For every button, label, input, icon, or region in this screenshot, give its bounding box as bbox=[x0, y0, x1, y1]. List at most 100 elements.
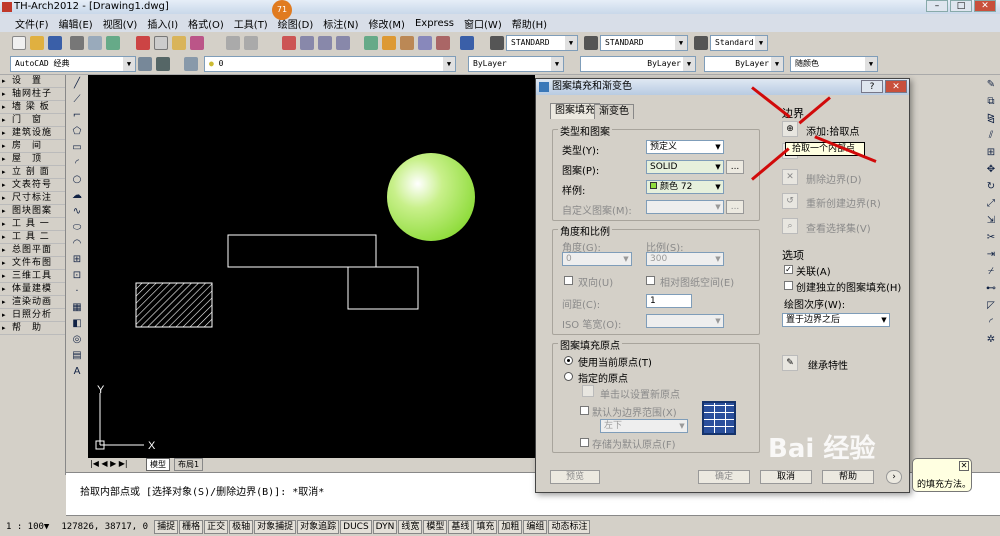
type-dropdown[interactable]: 预定义 ▼ bbox=[646, 140, 724, 154]
filled-circle[interactable] bbox=[387, 153, 475, 241]
inherit-label[interactable]: 继承特性 bbox=[808, 357, 848, 372]
spacing-input[interactable]: 1 bbox=[646, 294, 692, 308]
array-icon[interactable]: ⊞ bbox=[984, 146, 998, 160]
copy-icon[interactable] bbox=[154, 36, 168, 50]
table-style-combo[interactable]: Standard ▼ bbox=[710, 35, 768, 51]
workspace-combo[interactable]: AutoCAD 经典 ▼ bbox=[10, 56, 136, 72]
panel-item[interactable]: 三维工具 bbox=[0, 270, 65, 283]
linetype-combo[interactable]: ByLayer ▼ bbox=[580, 56, 696, 72]
panel-item[interactable]: 轴网柱子 bbox=[0, 88, 65, 101]
match-properties-icon[interactable] bbox=[190, 36, 204, 50]
redo-icon[interactable] bbox=[244, 36, 258, 50]
sheet-set-icon[interactable] bbox=[418, 36, 432, 50]
erase-icon[interactable]: ✎ bbox=[984, 78, 998, 92]
ellipse-arc-icon[interactable]: ◠ bbox=[69, 237, 85, 251]
color-combo[interactable]: ByLayer ▼ bbox=[468, 56, 564, 72]
panel-item[interactable]: 尺寸标注 bbox=[0, 192, 65, 205]
panel-item[interactable]: 房 间 bbox=[0, 140, 65, 153]
status-osnap[interactable]: 对象捕捉 bbox=[254, 520, 297, 534]
tab-nav-arrows[interactable]: |◀ ◀ ▶ ▶| bbox=[90, 459, 128, 468]
status-dyn[interactable]: DYN bbox=[372, 520, 398, 534]
polyline-icon[interactable]: ⌐ bbox=[69, 109, 85, 123]
view-selection-icon[interactable]: ⌕ bbox=[782, 218, 798, 234]
zoom-realtime-icon[interactable] bbox=[300, 36, 314, 50]
panel-item[interactable]: 建筑设施 bbox=[0, 127, 65, 140]
status-dynamic-dim[interactable]: 动态标注 bbox=[548, 520, 591, 534]
tab-hatch[interactable]: 图案填充 bbox=[550, 103, 600, 119]
panel-item[interactable]: 工 具 一 bbox=[0, 218, 65, 231]
make-block-icon[interactable]: ⊡ bbox=[69, 269, 85, 283]
status-baseline[interactable]: 基线 bbox=[448, 520, 473, 534]
scale-icon[interactable]: ⤢ bbox=[984, 197, 998, 211]
recreate-boundary-icon[interactable]: ↺ bbox=[782, 193, 798, 209]
panel-item[interactable]: 文件布图 bbox=[0, 257, 65, 270]
lineweight-combo[interactable]: ByLayer ▼ bbox=[704, 56, 784, 72]
pattern-browse-button[interactable]: ... bbox=[726, 160, 744, 174]
add-pick-points-icon[interactable]: ⊕ bbox=[782, 121, 798, 137]
bound-dropdown[interactable]: 左下 ▼ bbox=[600, 419, 688, 433]
menu-file[interactable]: 文件(F) bbox=[10, 16, 54, 31]
mtext-icon[interactable]: A bbox=[69, 365, 85, 379]
rectangle-icon[interactable]: ▭ bbox=[69, 141, 85, 155]
circle-icon[interactable]: ○ bbox=[69, 173, 85, 187]
line-icon[interactable]: ╱ bbox=[69, 77, 85, 91]
hatched-rectangle[interactable] bbox=[135, 282, 213, 328]
status-model[interactable]: 模型 bbox=[423, 520, 448, 534]
dialog-help-button[interactable]: ? bbox=[861, 80, 883, 93]
ellipse-icon[interactable]: ⬭ bbox=[69, 221, 85, 235]
status-lineweight[interactable]: 线宽 bbox=[398, 520, 423, 534]
spline-icon[interactable]: ∿ bbox=[69, 205, 85, 219]
custom-pattern-dropdown[interactable]: ▼ bbox=[646, 200, 724, 214]
pan-icon[interactable] bbox=[282, 36, 296, 50]
plotstyle-combo[interactable]: 随颜色 ▼ bbox=[790, 56, 878, 72]
region-icon[interactable]: ◎ bbox=[69, 333, 85, 347]
panel-item[interactable]: 渲染动画 bbox=[0, 296, 65, 309]
status-group[interactable]: 编组 bbox=[523, 520, 548, 534]
inherit-properties-icon[interactable]: ✎ bbox=[782, 355, 798, 371]
panel-item[interactable]: 立 剖 面 bbox=[0, 166, 65, 179]
polygon-icon[interactable]: ⬠ bbox=[69, 125, 85, 139]
print-icon[interactable] bbox=[70, 36, 84, 50]
text-style-combo[interactable]: STANDARD ▼ bbox=[506, 35, 578, 51]
panel-item[interactable]: 墙 梁 板 bbox=[0, 101, 65, 114]
mirror-icon[interactable]: ⧎ bbox=[984, 112, 998, 126]
close-button[interactable]: ✕ bbox=[974, 0, 996, 12]
use-current-radio[interactable] bbox=[564, 356, 573, 365]
open-icon[interactable] bbox=[30, 36, 44, 50]
new-icon[interactable] bbox=[12, 36, 26, 50]
panel-item[interactable]: 设 置 bbox=[0, 75, 65, 88]
move-icon[interactable]: ✥ bbox=[984, 163, 998, 177]
menu-modify[interactable]: 修改(M) bbox=[364, 16, 410, 31]
status-ducs[interactable]: DUCS bbox=[340, 520, 372, 534]
revcloud-icon[interactable]: ☁ bbox=[69, 189, 85, 203]
rotate-icon[interactable]: ↻ bbox=[984, 180, 998, 194]
insert-block-icon[interactable]: ⊞ bbox=[69, 253, 85, 267]
panel-item[interactable]: 屋 顶 bbox=[0, 153, 65, 166]
status-polar[interactable]: 极轴 bbox=[229, 520, 254, 534]
store-default-checkbox[interactable] bbox=[580, 438, 589, 447]
menu-view[interactable]: 视图(V) bbox=[98, 16, 143, 31]
workspace-settings-icon[interactable] bbox=[138, 57, 152, 71]
table-icon[interactable]: ▤ bbox=[69, 349, 85, 363]
panel-item[interactable]: 图块图案 bbox=[0, 205, 65, 218]
status-bold[interactable]: 加粗 bbox=[498, 520, 523, 534]
join-icon[interactable]: ⊷ bbox=[984, 282, 998, 296]
explode-icon[interactable]: ✲ bbox=[984, 333, 998, 347]
save-icon[interactable] bbox=[48, 36, 62, 50]
panel-item[interactable]: 体量建模 bbox=[0, 283, 65, 296]
ok-button[interactable]: 确定 bbox=[698, 470, 750, 484]
menu-express[interactable]: Express bbox=[410, 18, 459, 29]
preview-button[interactable]: 预览 bbox=[550, 470, 600, 484]
dim-style-combo[interactable]: STANDARD ▼ bbox=[600, 35, 688, 51]
status-otrack[interactable]: 对象追踪 bbox=[297, 520, 340, 534]
menu-format[interactable]: 格式(O) bbox=[183, 16, 229, 31]
minimize-button[interactable]: – bbox=[926, 0, 948, 12]
menu-edit[interactable]: 编辑(E) bbox=[54, 16, 98, 31]
close-icon[interactable]: ✕ bbox=[959, 461, 969, 471]
custom-browse-button[interactable]: ... bbox=[726, 200, 744, 214]
relative-checkbox[interactable] bbox=[646, 276, 655, 285]
layer-combo[interactable]: ● 0 ▼ bbox=[204, 56, 456, 72]
swatch-dropdown[interactable]: 颜色 72 ▼ bbox=[646, 180, 724, 194]
default-bound-checkbox[interactable] bbox=[580, 406, 589, 415]
undo-icon[interactable] bbox=[226, 36, 240, 50]
